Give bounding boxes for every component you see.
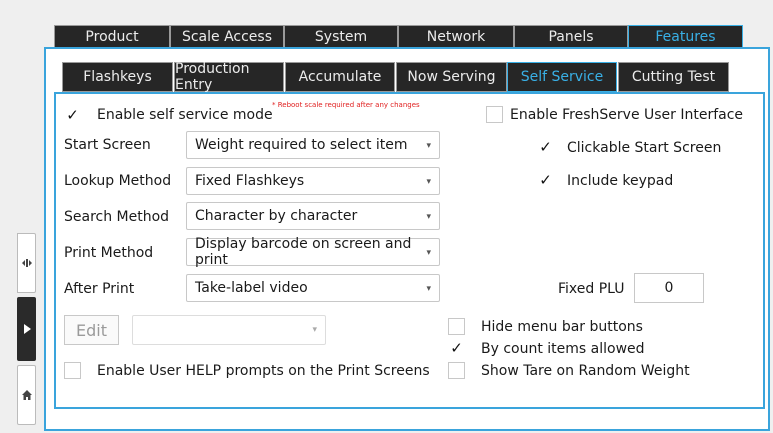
subtab-label: Flashkeys: [83, 69, 152, 85]
enable-freshserve-checkbox[interactable]: [486, 106, 503, 123]
chevron-down-icon: ▾: [426, 177, 431, 187]
after-print-select[interactable]: Take-label video ▾: [186, 274, 440, 302]
edit-button[interactable]: Edit: [64, 315, 119, 345]
include-keypad-label: Include keypad: [567, 173, 674, 189]
fixed-plu-label: Fixed PLU: [558, 281, 625, 297]
side-button-scale[interactable]: [17, 233, 36, 293]
chevron-down-icon: ▾: [426, 212, 431, 222]
subtab-flashkeys[interactable]: Flashkeys: [62, 62, 173, 92]
enable-freshserve-label: Enable FreshServe User Interface: [510, 107, 744, 123]
side-button-home[interactable]: [17, 365, 36, 425]
enable-help-checkbox[interactable]: [64, 362, 81, 379]
tab-label: Product: [85, 29, 139, 45]
hide-menu-bar-checkbox[interactable]: [448, 318, 465, 335]
select-value: Weight required to select item: [195, 137, 408, 153]
fixed-plu-value: 0: [664, 280, 674, 296]
chevron-down-icon: ▾: [426, 141, 431, 151]
lookup-method-label: Lookup Method: [64, 173, 172, 189]
subtab-label: Accumulate: [298, 69, 382, 85]
subtab-label: Self Service: [520, 69, 604, 85]
start-screen-select[interactable]: Weight required to select item ▾: [186, 131, 440, 159]
show-tare-label: Show Tare on Random Weight: [481, 363, 690, 379]
subtab-now-serving[interactable]: Now Serving: [396, 62, 507, 92]
select-value: Character by character: [195, 208, 358, 224]
subtab-self-service[interactable]: Self Service: [507, 62, 617, 92]
subtab-accumulate[interactable]: Accumulate: [285, 62, 395, 92]
subtab-label: Production Entry: [175, 61, 250, 93]
enable-self-service-checkbox[interactable]: ✓: [64, 107, 81, 124]
tab-label: Panels: [548, 29, 594, 45]
tab-panels[interactable]: Panels: [514, 25, 628, 49]
tab-system[interactable]: System: [284, 25, 398, 49]
reboot-note: * Reboot scale required after any change…: [272, 101, 420, 109]
select-value: Fixed Flashkeys: [195, 173, 305, 189]
home-icon: [21, 390, 32, 400]
chevron-down-icon: ▾: [312, 325, 317, 335]
chevron-down-icon: ▾: [426, 248, 431, 258]
tab-scale-access[interactable]: Scale Access: [170, 25, 284, 49]
tab-label: Network: [426, 29, 486, 45]
play-arrow-icon: [23, 324, 31, 334]
clickable-start-label: Clickable Start Screen: [567, 140, 722, 156]
select-value: Display barcode on screen and print: [195, 236, 412, 268]
search-method-label: Search Method: [64, 209, 170, 225]
edit-button-label: Edit: [76, 320, 107, 340]
start-screen-label: Start Screen: [64, 137, 151, 153]
subtab-label: Now Serving: [407, 69, 496, 85]
check-icon: ✓: [450, 339, 463, 357]
by-count-checkbox[interactable]: ✓: [448, 340, 465, 357]
show-tare-checkbox[interactable]: [448, 362, 465, 379]
fixed-plu-input[interactable]: 0: [634, 273, 704, 303]
check-icon: ✓: [539, 171, 552, 189]
hide-menu-bar-label: Hide menu bar buttons: [481, 319, 643, 335]
tab-label: Scale Access: [181, 29, 273, 45]
include-keypad-checkbox[interactable]: ✓: [537, 172, 554, 189]
clickable-start-checkbox[interactable]: ✓: [537, 139, 554, 156]
print-method-select[interactable]: Display barcode on screen and print ▾: [186, 236, 440, 268]
scale-icon: [21, 259, 32, 267]
enable-help-label: Enable User HELP prompts on the Print Sc…: [97, 363, 430, 379]
tab-label: Features: [655, 29, 716, 45]
subtab-production-entry[interactable]: Production Entry: [174, 61, 284, 93]
after-print-label: After Print: [64, 281, 135, 297]
enable-self-service-label: Enable self service mode: [97, 107, 273, 123]
check-icon: ✓: [66, 106, 79, 124]
check-icon: ✓: [539, 138, 552, 156]
chevron-down-icon: ▾: [426, 284, 431, 294]
tab-product[interactable]: Product: [54, 25, 170, 49]
tab-label: System: [314, 29, 368, 45]
by-count-label: By count items allowed: [481, 341, 645, 357]
tab-features[interactable]: Features: [628, 25, 743, 49]
lookup-method-select[interactable]: Fixed Flashkeys ▾: [186, 167, 440, 195]
side-button-play[interactable]: [17, 297, 36, 361]
edit-target-select[interactable]: ▾: [132, 315, 326, 345]
print-method-label: Print Method: [64, 245, 154, 261]
select-value: Take-label video: [195, 280, 308, 296]
tab-network[interactable]: Network: [398, 25, 514, 49]
search-method-select[interactable]: Character by character ▾: [186, 202, 440, 230]
subtab-label: Cutting Test: [631, 69, 716, 85]
subtab-cutting-test[interactable]: Cutting Test: [618, 62, 729, 92]
